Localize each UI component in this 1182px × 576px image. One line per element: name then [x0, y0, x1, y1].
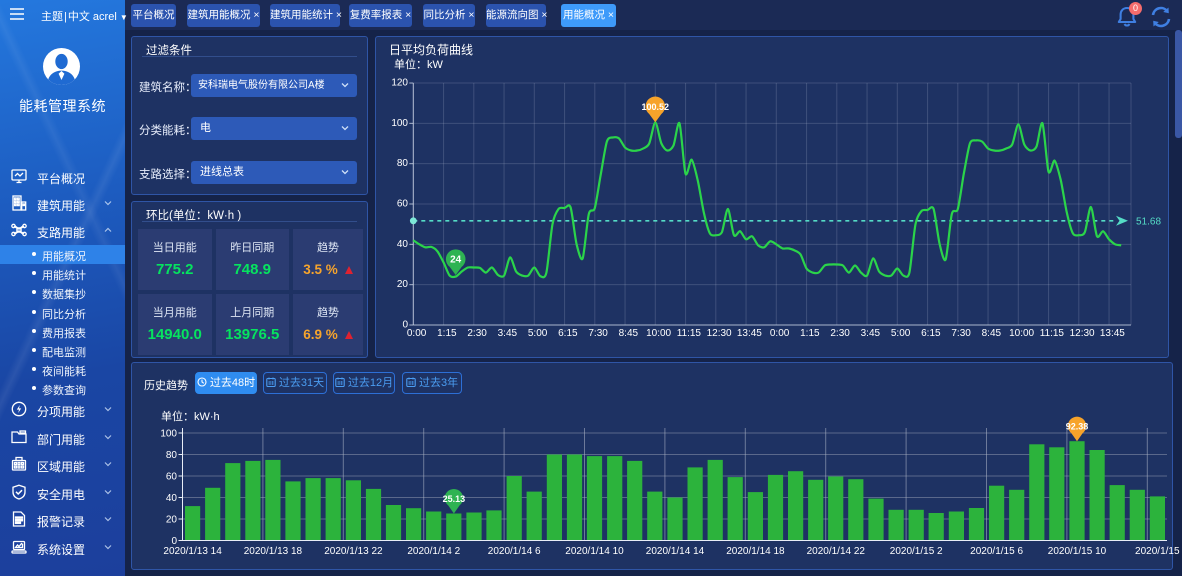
svg-text:2020/1/15: 2020/1/15	[1135, 546, 1180, 557]
svg-text:2020/1/14 22: 2020/1/14 22	[807, 546, 866, 557]
svg-text:2020/1/13 22: 2020/1/13 22	[324, 546, 383, 557]
svg-text:20: 20	[166, 515, 178, 526]
svg-text:2020/1/15 6: 2020/1/15 6	[970, 546, 1023, 557]
svg-text:2020/1/14 6: 2020/1/14 6	[488, 546, 541, 557]
svg-text:40: 40	[166, 493, 178, 504]
svg-text:25.13: 25.13	[443, 494, 466, 504]
svg-text:2020/1/13 14: 2020/1/13 14	[163, 546, 222, 557]
svg-text:2020/1/14 18: 2020/1/14 18	[726, 546, 785, 557]
svg-text:80: 80	[166, 450, 178, 461]
svg-text:2020/1/14 10: 2020/1/14 10	[565, 546, 624, 557]
svg-text:100: 100	[160, 429, 177, 440]
svg-text:2020/1/13 18: 2020/1/13 18	[244, 546, 303, 557]
svg-text:2020/1/15 2: 2020/1/15 2	[890, 546, 943, 557]
svg-text:60: 60	[166, 472, 178, 483]
svg-text:2020/1/14 2: 2020/1/14 2	[407, 546, 460, 557]
svg-text:2020/1/15 10: 2020/1/15 10	[1048, 546, 1107, 557]
svg-text:2020/1/14 14: 2020/1/14 14	[646, 546, 705, 557]
svg-text:92.38: 92.38	[1066, 422, 1089, 432]
